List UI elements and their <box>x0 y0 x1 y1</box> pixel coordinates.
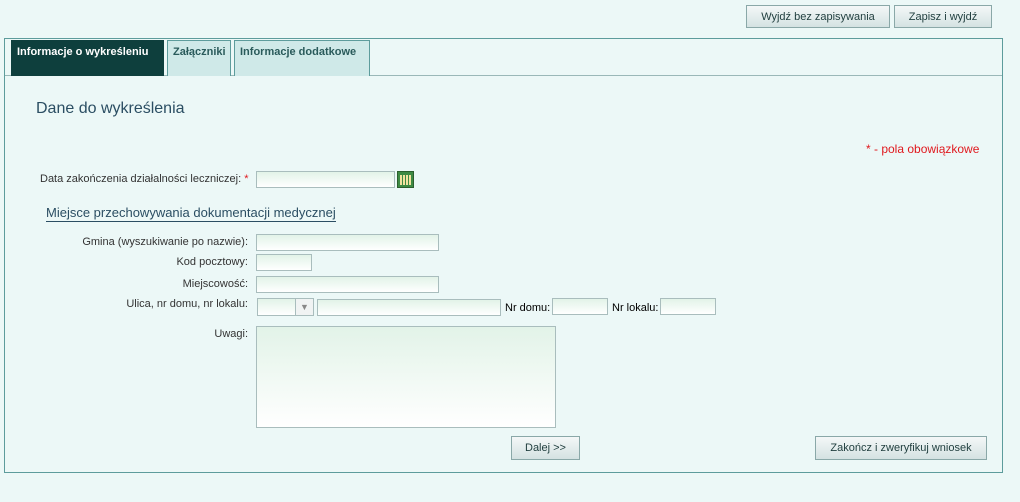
notes-label: Uwagi: <box>214 328 248 340</box>
next-button[interactable]: Dalej >> <box>511 436 580 460</box>
street-label: Ulica, nr domu, nr lokalu: <box>126 298 248 310</box>
end-date-input[interactable] <box>256 171 395 188</box>
street-input[interactable] <box>317 299 501 316</box>
exit-without-saving-button[interactable]: Wyjdź bez zapisywania <box>746 5 890 28</box>
tab-attachments[interactable]: Załączniki <box>167 40 231 76</box>
gmina-label: Gmina (wyszukiwanie po nazwie): <box>82 236 248 248</box>
calendar-icon[interactable] <box>397 171 414 188</box>
end-date-label-text: Data zakończenia działalności leczniczej… <box>40 173 242 185</box>
house-number-label: Nr domu: <box>505 302 551 314</box>
required-fields-note: * - pola obowiązkowe <box>866 142 980 156</box>
required-marker: * <box>244 173 249 185</box>
apartment-number-input[interactable] <box>660 298 716 315</box>
chevron-down-icon[interactable]: ▼ <box>295 299 313 315</box>
notes-textarea[interactable] <box>256 326 556 428</box>
apartment-number-label: Nr lokalu: <box>612 302 659 314</box>
city-input[interactable] <box>256 276 439 293</box>
finish-and-verify-button[interactable]: Zakończ i zweryfikuj wniosek <box>815 436 987 460</box>
storage-section-title: Miejsce przechowywania dokumentacji medy… <box>46 205 336 222</box>
end-date-label: Data zakończenia działalności leczniczej… <box>40 173 249 185</box>
house-number-input[interactable] <box>552 298 608 315</box>
gmina-input[interactable] <box>256 234 439 251</box>
form-title: Dane do wykreślenia <box>36 100 185 117</box>
city-label: Miejscowość: <box>182 278 248 290</box>
tab-deregistration-info[interactable]: Informacje o wykreśleniu <box>11 40 164 76</box>
save-and-exit-button[interactable]: Zapisz i wyjdź <box>894 5 992 28</box>
street-prefix-select[interactable]: ▼ <box>257 298 314 316</box>
tab-additional-info[interactable]: Informacje dodatkowe <box>234 40 370 76</box>
postal-code-label: Kod pocztowy: <box>176 256 248 268</box>
postal-code-input[interactable] <box>256 254 312 271</box>
